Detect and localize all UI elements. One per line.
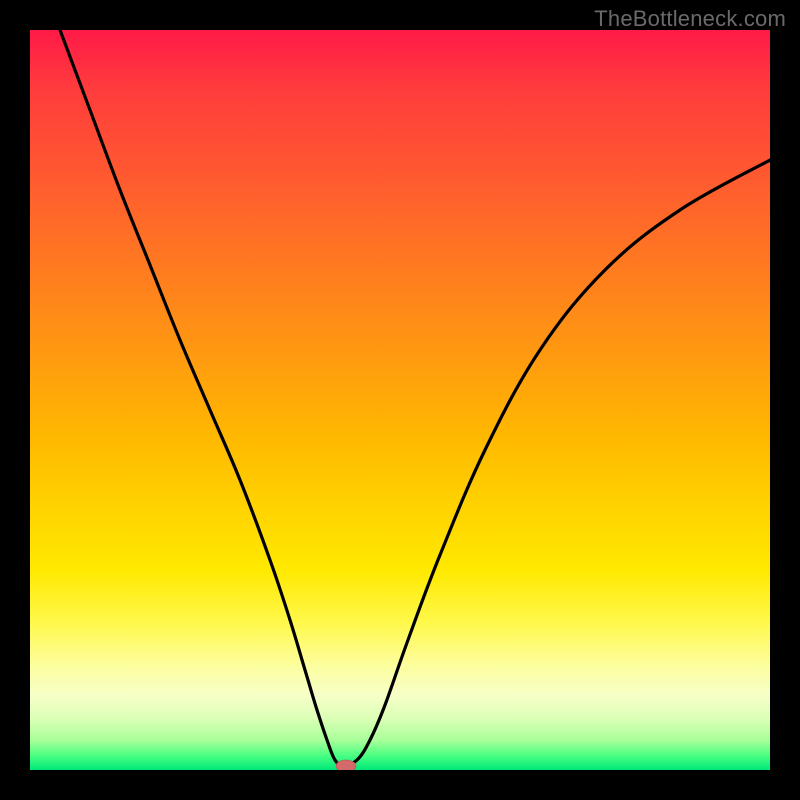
watermark-text: TheBottleneck.com [594,6,786,32]
optimum-marker [336,760,356,770]
chart-frame: TheBottleneck.com [0,0,800,800]
curve-svg [30,30,770,770]
plot-area [30,30,770,770]
bottleneck-curve [60,30,770,765]
